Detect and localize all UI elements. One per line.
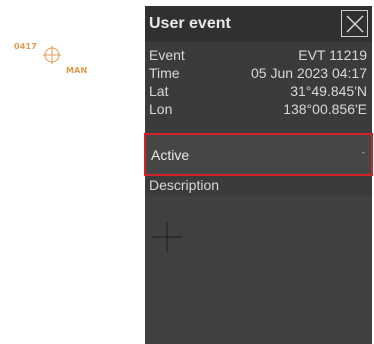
event-value: EVT 11219 [298, 47, 367, 63]
panel-title: User event [149, 15, 231, 32]
panel-header: User event [145, 6, 372, 42]
marker-time-label: 0417 [14, 42, 38, 51]
chevron-down-icon: - [361, 148, 365, 158]
crosshair-circle-icon[interactable] [43, 46, 61, 64]
lat-value: 31°49.845'N [290, 83, 367, 99]
info-row-lon: Lon 138°00.856'E [145, 100, 372, 118]
info-row-event: Event EVT 11219 [145, 46, 372, 64]
event-info-list: Event EVT 11219 Time 05 Jun 2023 04:17 L… [145, 46, 372, 118]
lon-label: Lon [149, 101, 173, 117]
map-event-marker[interactable]: 0417 MAN [0, 0, 140, 100]
description-field[interactable] [145, 196, 372, 344]
marker-name-label: MAN [66, 66, 88, 75]
close-button[interactable] [341, 10, 368, 37]
status-selected-value: Active [151, 147, 190, 163]
description-label: Description [149, 177, 220, 193]
time-value: 05 Jun 2023 04:17 [251, 65, 367, 81]
crosshair-icon [152, 222, 182, 252]
status-dropdown[interactable]: Active - [144, 133, 373, 176]
info-row-time: Time 05 Jun 2023 04:17 [145, 64, 372, 82]
lon-value: 138°00.856'E [283, 101, 367, 117]
close-icon [346, 15, 364, 33]
event-label: Event [149, 47, 185, 63]
lat-label: Lat [149, 83, 169, 99]
time-label: Time [149, 65, 180, 81]
user-event-panel: User event Event EVT 11219 Time 05 Jun 2… [144, 6, 373, 344]
info-row-lat: Lat 31°49.845'N [145, 82, 372, 100]
